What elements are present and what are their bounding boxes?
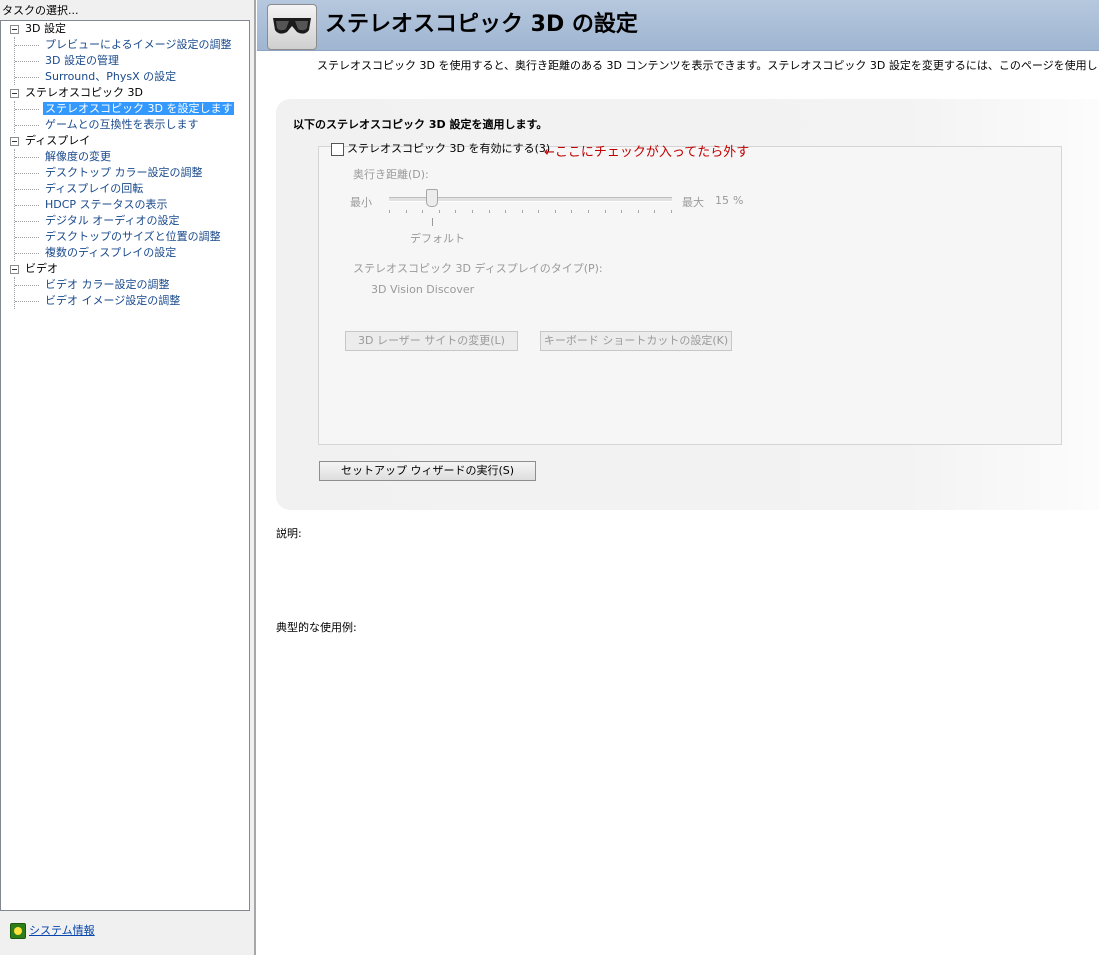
- stereo-3d-glasses-icon: [267, 4, 317, 50]
- collapse-icon[interactable]: [10, 89, 19, 98]
- slider-max-label: 最大: [682, 196, 704, 209]
- intro-text: ステレオスコピック 3D を使用すると、奥行き距離のある 3D コンテンツを表示…: [317, 59, 1099, 72]
- slider-tick: [621, 210, 622, 213]
- tree-item-desktop-size[interactable]: デスクトップのサイズと位置の調整: [15, 229, 249, 245]
- slider-value: 15: [715, 194, 729, 207]
- collapse-icon[interactable]: [10, 265, 19, 274]
- enable-stereo-label[interactable]: ステレオスコピック 3D を有効にする(3): [347, 142, 550, 155]
- tree-item-video-color[interactable]: ビデオ カラー設定の調整: [15, 277, 249, 293]
- tree-group-3d-settings: 3D 設定 プレビューによるイメージ設定の調整 3D 設定の管理 Surroun…: [1, 21, 249, 85]
- typical-usage-label: 典型的な使用例:: [276, 621, 357, 634]
- description-label: 説明:: [276, 527, 302, 540]
- tree-item-video-image[interactable]: ビデオ イメージ設定の調整: [15, 293, 249, 309]
- slider-tick: [505, 210, 506, 213]
- tree-item-hdcp-status[interactable]: HDCP ステータスの表示: [15, 197, 249, 213]
- slider-ticks: [389, 210, 672, 214]
- tree-item-preview-image[interactable]: プレビューによるイメージ設定の調整: [15, 37, 249, 53]
- tree-item-stereo-setup[interactable]: ステレオスコピック 3D を設定します: [15, 101, 249, 117]
- tree-item-surround-physx[interactable]: Surround、PhysX の設定: [15, 69, 249, 85]
- system-info-link[interactable]: システム情報: [29, 924, 95, 937]
- slider-thumb[interactable]: [426, 189, 439, 207]
- display-type-label: ステレオスコピック 3D ディスプレイのタイプ(P):: [353, 262, 603, 275]
- tree-children: ビデオ カラー設定の調整 ビデオ イメージ設定の調整: [14, 277, 249, 309]
- tree-item-digital-audio[interactable]: デジタル オーディオの設定: [15, 213, 249, 229]
- tree-group-video: ビデオ ビデオ カラー設定の調整 ビデオ イメージ設定の調整: [1, 261, 249, 309]
- slider-tick: [439, 210, 440, 213]
- collapse-icon[interactable]: [10, 25, 19, 34]
- content-pane: ステレオスコピック 3D の設定 ステレオスコピック 3D を使用すると、奥行き…: [257, 0, 1099, 955]
- slider-tick: [571, 210, 572, 213]
- slider-tick: [455, 210, 456, 213]
- keyboard-shortcut-button[interactable]: キーボード ショートカットの設定(K): [540, 331, 732, 351]
- page-header: ステレオスコピック 3D の設定: [257, 0, 1099, 51]
- display-type-value: 3D Vision Discover: [371, 283, 475, 296]
- slider-tick: [406, 210, 407, 213]
- tree-item-rotate-display[interactable]: ディスプレイの回転: [15, 181, 249, 197]
- task-tree[interactable]: 3D 設定 プレビューによるイメージ設定の調整 3D 設定の管理 Surroun…: [0, 20, 250, 911]
- slider-tick: [472, 210, 473, 213]
- tree-item-multi-display[interactable]: 複数のディスプレイの設定: [15, 245, 249, 261]
- slider-tick: [588, 210, 589, 213]
- slider-tick: [489, 210, 490, 213]
- slider-tick: [422, 210, 423, 213]
- annotation-note: ←ここにチェックが入ってたら外す: [544, 145, 750, 160]
- laser-sight-button[interactable]: 3D レーザー サイトの変更(L): [345, 331, 518, 351]
- tree-children: プレビューによるイメージ設定の調整 3D 設定の管理 Surround、Phys…: [14, 37, 249, 85]
- tree-group-display: ディスプレイ 解像度の変更 デスクトップ カラー設定の調整 ディスプレイの回転 …: [1, 133, 249, 261]
- tree-category-3d-settings[interactable]: 3D 設定: [1, 21, 249, 37]
- tree-item-desktop-color[interactable]: デスクトップ カラー設定の調整: [15, 165, 249, 181]
- tree-category-display[interactable]: ディスプレイ: [1, 133, 249, 149]
- slider-tick: [522, 210, 523, 213]
- slider-tick: [671, 210, 672, 213]
- slider-default-label: デフォルト: [410, 232, 465, 245]
- slider-unit: %: [733, 194, 744, 207]
- slider-tick: [654, 210, 655, 213]
- task-pane: タスクの選択... 3D 設定 プレビューによるイメージ設定の調整 3D 設定の…: [0, 0, 254, 955]
- slider-tick: [555, 210, 556, 213]
- tree-category-stereo-3d[interactable]: ステレオスコピック 3D: [1, 85, 249, 101]
- tree-category-video[interactable]: ビデオ: [1, 261, 249, 277]
- depth-label: 奥行き距離(D):: [353, 168, 429, 181]
- tree-item-manage-3d[interactable]: 3D 設定の管理: [15, 53, 249, 69]
- slider-tick: [605, 210, 606, 213]
- slider-tick: [538, 210, 539, 213]
- task-selection-label: タスクの選択...: [2, 4, 79, 17]
- system-info: システム情報: [10, 922, 95, 940]
- apply-settings-heading: 以下のステレオスコピック 3D 設定を適用します。: [293, 118, 548, 131]
- tree-item-resolution[interactable]: 解像度の変更: [15, 149, 249, 165]
- system-info-icon: [10, 923, 26, 939]
- enable-stereo-checkbox[interactable]: [331, 142, 344, 156]
- slider-tick: [389, 210, 390, 213]
- page-title: ステレオスコピック 3D の設定: [325, 12, 638, 37]
- default-marker: [432, 218, 433, 226]
- setup-wizard-button[interactable]: セットアップ ウィザードの実行(S): [319, 461, 536, 481]
- slider-min-label: 最小: [350, 196, 372, 209]
- tree-group-stereo-3d: ステレオスコピック 3D ステレオスコピック 3D を設定します ゲームとの互換…: [1, 85, 249, 133]
- tree-children: ステレオスコピック 3D を設定します ゲームとの互換性を表示します: [14, 101, 249, 133]
- collapse-icon[interactable]: [10, 137, 19, 146]
- stereo-settings-panel: 以下のステレオスコピック 3D 設定を適用します。 ステレオスコピック 3D を…: [276, 99, 1099, 510]
- slider-tick: [638, 210, 639, 213]
- tree-children: 解像度の変更 デスクトップ カラー設定の調整 ディスプレイの回転 HDCP ステ…: [14, 149, 249, 261]
- tree-item-game-compat[interactable]: ゲームとの互換性を表示します: [15, 117, 249, 133]
- stereo-settings-group: ステレオスコピック 3D を有効にする(3) ←ここにチェックが入ってたら外す …: [318, 142, 1062, 445]
- enable-stereo-row[interactable]: ステレオスコピック 3D を有効にする(3): [331, 141, 550, 157]
